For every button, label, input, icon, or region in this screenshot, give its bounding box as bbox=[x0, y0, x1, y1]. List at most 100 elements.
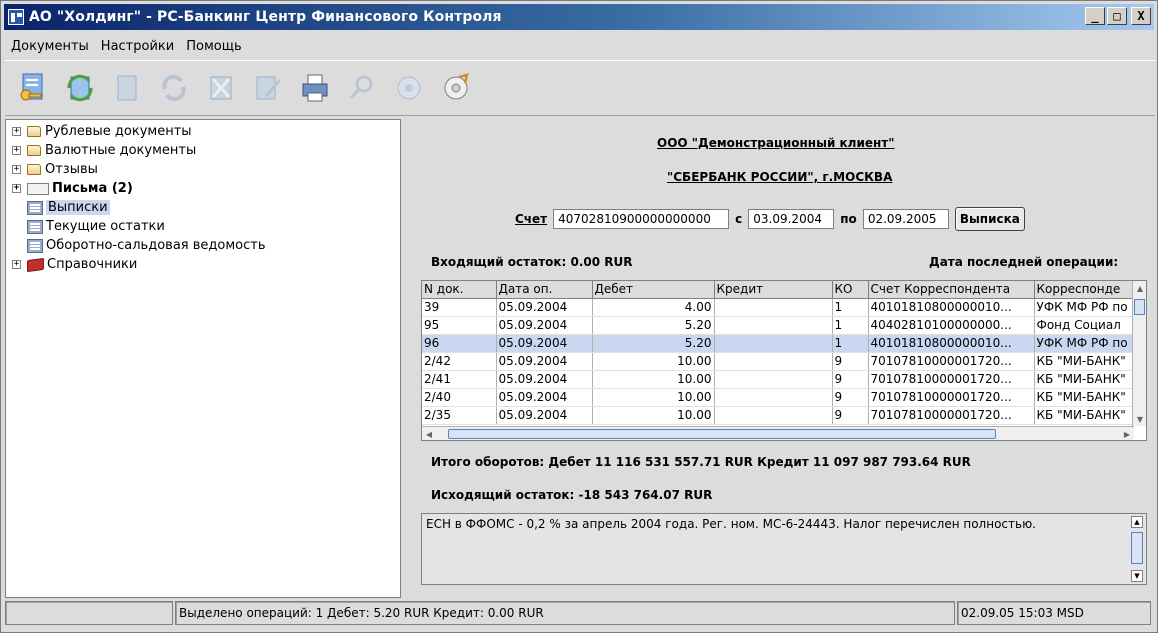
menu-settings[interactable]: Настройки bbox=[95, 39, 180, 54]
table-vertical-scrollbar[interactable]: ▲ ▼ bbox=[1132, 281, 1146, 426]
folder-icon bbox=[27, 145, 41, 156]
minimize-button[interactable]: _ bbox=[1085, 7, 1105, 25]
menu-documents[interactable]: Документы bbox=[5, 39, 95, 54]
search-icon bbox=[349, 75, 373, 99]
comment-scrollbar[interactable]: ▲ ▼ bbox=[1130, 516, 1144, 582]
export-icon bbox=[444, 73, 469, 100]
turnover-totals: Итого оборотов: Дебет 11 116 531 557.71 … bbox=[431, 455, 971, 469]
date-from-label: с bbox=[735, 212, 743, 226]
print-button[interactable] bbox=[297, 70, 333, 106]
scroll-up-icon[interactable]: ▲ bbox=[1131, 516, 1143, 528]
toolbar bbox=[5, 60, 1155, 116]
bank-name-link[interactable]: "СБЕРБАНК РОССИИ", г.МОСКВА bbox=[667, 170, 892, 184]
col-credit[interactable]: Кредит bbox=[714, 281, 833, 299]
expand-icon[interactable]: + bbox=[12, 165, 21, 174]
operation-comment[interactable]: ЕСН в ФФОМС - 0,2 % за апрель 2004 года.… bbox=[421, 513, 1147, 585]
col-correspondent[interactable]: Корреспонде bbox=[1034, 281, 1135, 299]
expand-icon[interactable]: + bbox=[12, 127, 21, 136]
export-button[interactable] bbox=[438, 70, 474, 106]
status-cell-left bbox=[5, 601, 173, 625]
last-operation-label: Дата последней операции: bbox=[929, 255, 1119, 269]
menu-help[interactable]: Помощь bbox=[180, 39, 247, 54]
sign-icon bbox=[20, 73, 43, 101]
maximize-button[interactable]: □ bbox=[1107, 7, 1127, 25]
disc-icon bbox=[397, 76, 421, 100]
col-corr-account[interactable]: Счет Корреспондента bbox=[868, 281, 1035, 299]
table-row-selected[interactable]: 96 05.09.2004 5.20 1 40101810800000010... … bbox=[422, 334, 1135, 353]
refresh-button[interactable] bbox=[62, 70, 98, 106]
table-row[interactable]: 39 05.09.2004 4.00 1 40101810800000010... … bbox=[422, 298, 1135, 317]
cycle-icon bbox=[162, 74, 186, 102]
document-icon bbox=[117, 75, 137, 101]
col-debit[interactable]: Дебет bbox=[592, 281, 715, 299]
scroll-up-icon[interactable]: ▲ bbox=[1133, 281, 1146, 295]
scroll-down-icon[interactable]: ▼ bbox=[1133, 412, 1146, 426]
date-from-field[interactable]: 03.09.2004 bbox=[748, 209, 835, 229]
delete-button[interactable] bbox=[203, 70, 239, 106]
app-logo-icon bbox=[8, 9, 24, 25]
date-to-label: по bbox=[840, 212, 857, 226]
status-datetime: 02.09.05 15:03 MSD bbox=[957, 601, 1151, 625]
title-bar[interactable]: АО "Холдинг" - РС-Банкинг Центр Финансов… bbox=[4, 4, 1154, 30]
disc-button[interactable] bbox=[391, 70, 427, 106]
delete-icon bbox=[210, 76, 232, 100]
tree-item-letters[interactable]: + Письма (2) bbox=[6, 179, 400, 198]
scroll-right-icon[interactable]: ▶ bbox=[1120, 427, 1134, 440]
edit-button[interactable] bbox=[250, 70, 286, 106]
tree-item-directories[interactable]: + Справочники bbox=[6, 255, 400, 274]
menu-bar: Документы Настройки Помощь bbox=[5, 34, 248, 58]
navigation-tree: + Рублевые документы + Валютные документ… bbox=[5, 119, 401, 598]
tree-item-turnover-sheet[interactable]: Оборотно-сальдовая ведомость bbox=[6, 236, 400, 255]
date-to-field[interactable]: 02.09.2005 bbox=[862, 209, 949, 229]
scroll-down-icon[interactable]: ▼ bbox=[1131, 570, 1143, 582]
tree-item-current-balances[interactable]: Текущие остатки bbox=[6, 217, 400, 236]
table-hscroll-thumb[interactable] bbox=[448, 429, 996, 439]
table-vscroll-thumb[interactable] bbox=[1134, 299, 1145, 315]
cycle-button[interactable] bbox=[156, 70, 192, 106]
account-label[interactable]: Счет bbox=[515, 212, 547, 226]
expand-icon[interactable]: + bbox=[12, 184, 21, 193]
table-horizontal-scrollbar[interactable]: ◀ ▶ bbox=[422, 426, 1134, 440]
sign-button[interactable] bbox=[15, 70, 51, 106]
statement-icon bbox=[27, 238, 43, 253]
statement-icon bbox=[27, 200, 43, 215]
app-window: АО "Холдинг" - РС-Банкинг Центр Финансов… bbox=[0, 0, 1158, 633]
edit-icon bbox=[256, 76, 281, 100]
table-row[interactable]: 2/42 05.09.2004 10.00 9 70107810000001720.… bbox=[422, 352, 1135, 371]
tree-item-ruble-docs[interactable]: + Рублевые документы bbox=[6, 122, 400, 141]
tree-item-currency-docs[interactable]: + Валютные документы bbox=[6, 141, 400, 160]
comment-text: ЕСН в ФФОМС - 0,2 % за апрель 2004 года.… bbox=[426, 517, 1036, 531]
operations-grid: N док. Дата оп. Дебет Кредит КО Счет Кор… bbox=[422, 281, 1135, 425]
statement-icon bbox=[27, 219, 43, 234]
tree-item-recalls[interactable]: + Отзывы bbox=[6, 160, 400, 179]
document-button[interactable] bbox=[109, 70, 145, 106]
opening-balance: Входящий остаток: 0.00 RUR bbox=[431, 255, 633, 269]
closing-balance: Исходящий остаток: -18 543 764.07 RUR bbox=[431, 488, 713, 502]
account-filter-row: Счет 40702810900000000000 с 03.09.2004 п… bbox=[515, 207, 1025, 231]
operations-table: N док. Дата оп. Дебет Кредит КО Счет Кор… bbox=[421, 280, 1147, 441]
account-field[interactable]: 40702810900000000000 bbox=[553, 209, 730, 229]
statement-button[interactable]: Выписка bbox=[954, 207, 1025, 231]
status-selection-summary: Выделено операций: 1 Дебет: 5.20 RUR Кре… bbox=[175, 601, 955, 625]
table-row[interactable]: 2/41 05.09.2004 10.00 9 70107810000001720.… bbox=[422, 370, 1135, 389]
expand-icon[interactable]: + bbox=[12, 260, 21, 269]
table-row[interactable]: 95 05.09.2004 5.20 1 40402810100000000... … bbox=[422, 316, 1135, 335]
tree-item-statements[interactable]: Выписки bbox=[6, 198, 400, 217]
print-icon bbox=[302, 74, 328, 102]
close-button[interactable]: X bbox=[1131, 7, 1151, 25]
table-row[interactable]: 2/35 05.09.2004 10.00 9 70107810000001720.… bbox=[422, 406, 1135, 425]
statement-panel: ООО "Демонстрационный клиент" "СБЕРБАНК … bbox=[405, 119, 1155, 598]
comment-scroll-thumb[interactable] bbox=[1131, 532, 1143, 564]
refresh-icon bbox=[67, 74, 93, 102]
col-op-code[interactable]: КО bbox=[832, 281, 869, 299]
col-doc-number[interactable]: N док. bbox=[422, 281, 497, 299]
client-name-link[interactable]: ООО "Демонстрационный клиент" bbox=[657, 136, 895, 150]
folder-icon bbox=[27, 126, 41, 137]
window-title: АО "Холдинг" - РС-Банкинг Центр Финансов… bbox=[29, 9, 502, 25]
book-icon bbox=[27, 257, 44, 272]
table-row[interactable]: 2/40 05.09.2004 10.00 9 70107810000001720.… bbox=[422, 388, 1135, 407]
expand-icon[interactable]: + bbox=[12, 146, 21, 155]
search-button[interactable] bbox=[344, 70, 380, 106]
col-op-date[interactable]: Дата оп. bbox=[496, 281, 593, 299]
scroll-left-icon[interactable]: ◀ bbox=[422, 427, 436, 440]
